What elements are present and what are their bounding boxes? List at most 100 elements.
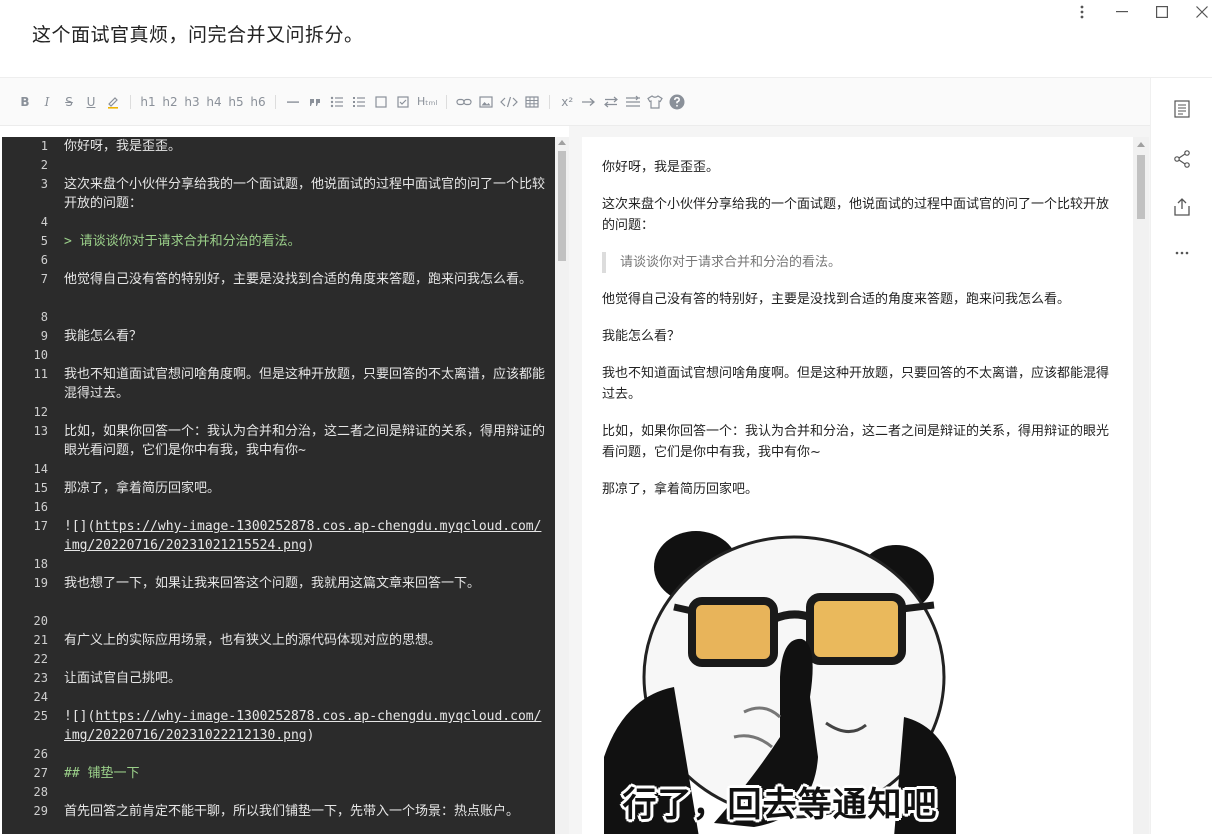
right-side-rail <box>1150 78 1212 834</box>
preview-paragraph: 我也不知道面试官想问啥角度啊。但是这种开放题，只要回答的不太离谱，应该都能混得过… <box>602 366 1110 402</box>
line-number: 14 <box>33 462 48 476</box>
image-icon <box>479 95 493 108</box>
table-button[interactable] <box>521 89 543 115</box>
superscript-button[interactable]: x² <box>556 89 578 115</box>
markdown-preview: 你好呀，我是歪歪。 这次来盘个小伙伴分享给我的一个面试题，他说面试的过程中面试官… <box>582 137 1133 834</box>
more-horizontal-icon[interactable] <box>1171 242 1193 264</box>
numbered-list-icon <box>353 96 365 107</box>
preview-scrollbar[interactable] <box>1133 137 1149 834</box>
maximize-icon[interactable] <box>1142 0 1182 24</box>
link-prefix: ![]( <box>64 519 96 534</box>
shirt-icon <box>647 94 664 109</box>
preview-paragraph: 那凉了，拿着简历回家吧。 <box>602 482 759 497</box>
line-text: 让面试官自己挑吧。 <box>64 671 182 686</box>
code-button[interactable] <box>497 89 521 115</box>
link-suffix: ) <box>306 728 315 743</box>
h2-button[interactable]: h2 <box>159 89 181 115</box>
image-url-link[interactable]: https://why-image-1300252878.cos.ap-chen… <box>64 709 541 743</box>
align-button[interactable] <box>622 89 644 115</box>
preview-paragraph: 这次来盘个小伙伴分享给我的一个面试题，他说面试的过程中面试官的问了一个比较开放的… <box>602 197 1110 233</box>
bold-button[interactable]: B <box>14 89 36 115</box>
toolbar-divider <box>275 94 276 109</box>
arrow-right-button[interactable] <box>578 89 600 115</box>
toolbar-divider <box>549 94 551 109</box>
table-icon <box>525 95 539 108</box>
swap-button[interactable] <box>600 89 622 115</box>
line-text: ![](https://why-image-1300252878.cos.ap-… <box>64 707 548 745</box>
blockquote-button[interactable] <box>304 89 326 115</box>
scroll-up-arrow-icon[interactable] <box>558 140 566 145</box>
checkbox-checked-icon <box>397 95 409 108</box>
line-number: 16 <box>33 500 48 514</box>
theme-button[interactable] <box>644 89 666 115</box>
preview-scroll-thumb[interactable] <box>1137 155 1145 219</box>
line-number: 8 <box>40 310 48 324</box>
line-number: 11 <box>33 367 48 381</box>
html-button[interactable]: Hₜₘₗ <box>414 89 440 115</box>
markdown-editor-window: 这个面试官真烦，问完合并又问拆分。 B I S U h1 h2 h3 h4 h5… <box>0 0 1212 834</box>
strikethrough-button[interactable]: S <box>58 89 80 115</box>
minimize-icon[interactable] <box>1102 0 1142 24</box>
image-button[interactable] <box>475 89 497 115</box>
line-text: 我能怎么看？ <box>64 329 143 344</box>
h1-button[interactable]: h1 <box>137 89 159 115</box>
horizontal-rule-button[interactable] <box>282 89 304 115</box>
line-text: 有广义上的实际应用场景，也有狭义上的源代码体现对应的思想。 <box>64 633 442 648</box>
line-text: ![](https://why-image-1300252878.cos.ap-… <box>64 517 548 555</box>
task-checked-button[interactable] <box>392 89 414 115</box>
outline-icon[interactable] <box>1171 98 1193 120</box>
line-text: 我也不知道面试官想问啥角度啊。但是这种开放题，只要回答的不太离谱，应该都能混得过… <box>64 367 546 401</box>
line-text: 我也想了一下，如果让我来回答这个问题，我就用这篇文章来回答一下。 <box>64 576 481 591</box>
toolbar-divider <box>446 94 448 109</box>
line-text: 你好呀，我是歪歪。 <box>64 139 182 154</box>
line-number: 17 <box>33 519 48 533</box>
line-number: 21 <box>33 633 48 647</box>
italic-button[interactable]: I <box>36 89 58 115</box>
swap-arrows-icon <box>604 96 619 107</box>
line-number: 18 <box>33 557 48 571</box>
help-button[interactable] <box>666 89 688 115</box>
line-number: 19 <box>33 576 48 590</box>
h3-button[interactable]: h3 <box>181 89 203 115</box>
line-text: 他觉得自己没有答的特别好，主要是没找到合适的角度来答题，跑来问我怎么看。 <box>64 272 533 287</box>
help-icon <box>669 94 685 109</box>
line-number: 22 <box>33 652 48 666</box>
horizontal-rule-icon <box>287 100 299 103</box>
h5-button[interactable]: h5 <box>225 89 247 115</box>
h6-button[interactable]: h6 <box>247 89 269 115</box>
preview-paragraph: 他觉得自己没有答的特别好，主要是没找到合适的角度来答题，跑来问我怎么看。 <box>602 292 1071 307</box>
line-text: ## 铺垫一下 <box>64 766 140 781</box>
ordered-list-button[interactable] <box>348 89 370 115</box>
line-number: 25 <box>33 709 48 723</box>
arrow-right-icon <box>582 97 596 106</box>
formatting-toolbar: B I S U h1 h2 h3 h4 h5 h6 Hₜₘₗ x² <box>0 78 1150 126</box>
quote-icon <box>310 98 320 106</box>
line-text: 那凉了，拿着简历回家吧。 <box>64 481 221 496</box>
underline-button[interactable]: U <box>80 89 102 115</box>
share-icon[interactable] <box>1171 148 1193 170</box>
link-icon <box>456 98 472 105</box>
more-vertical-icon[interactable] <box>1062 0 1102 24</box>
line-number: 26 <box>33 747 48 761</box>
close-icon[interactable] <box>1182 0 1212 24</box>
preview-paragraph: 我能怎么看？ <box>602 329 681 344</box>
highlighter-icon <box>108 96 118 109</box>
document-title[interactable]: 这个面试官真烦，问完合并又问拆分。 <box>32 20 364 47</box>
unordered-list-button[interactable] <box>326 89 348 115</box>
export-icon[interactable] <box>1171 196 1193 218</box>
line-number: 15 <box>33 481 48 495</box>
task-unchecked-button[interactable] <box>370 89 392 115</box>
editor-scroll-thumb[interactable] <box>558 151 566 261</box>
editor-scrollbar[interactable] <box>555 137 569 834</box>
highlight-button[interactable] <box>102 89 124 115</box>
line-number: 3 <box>40 177 48 191</box>
link-button[interactable] <box>453 89 475 115</box>
line-number: 9 <box>40 329 48 343</box>
line-number: 2 <box>40 158 48 172</box>
bullet-list-icon <box>330 96 343 107</box>
markdown-source-editor[interactable]: 1 你好呀，我是歪歪。 2 3 这次来盘个小伙伴分享给我的一个面试题，他说面试的过程中面… <box>2 137 555 834</box>
h4-button[interactable]: h4 <box>203 89 225 115</box>
image-url-link[interactable]: https://why-image-1300252878.cos.ap-chen… <box>64 519 541 553</box>
line-number: 4 <box>40 215 48 229</box>
scroll-up-arrow-icon[interactable] <box>1137 142 1145 147</box>
